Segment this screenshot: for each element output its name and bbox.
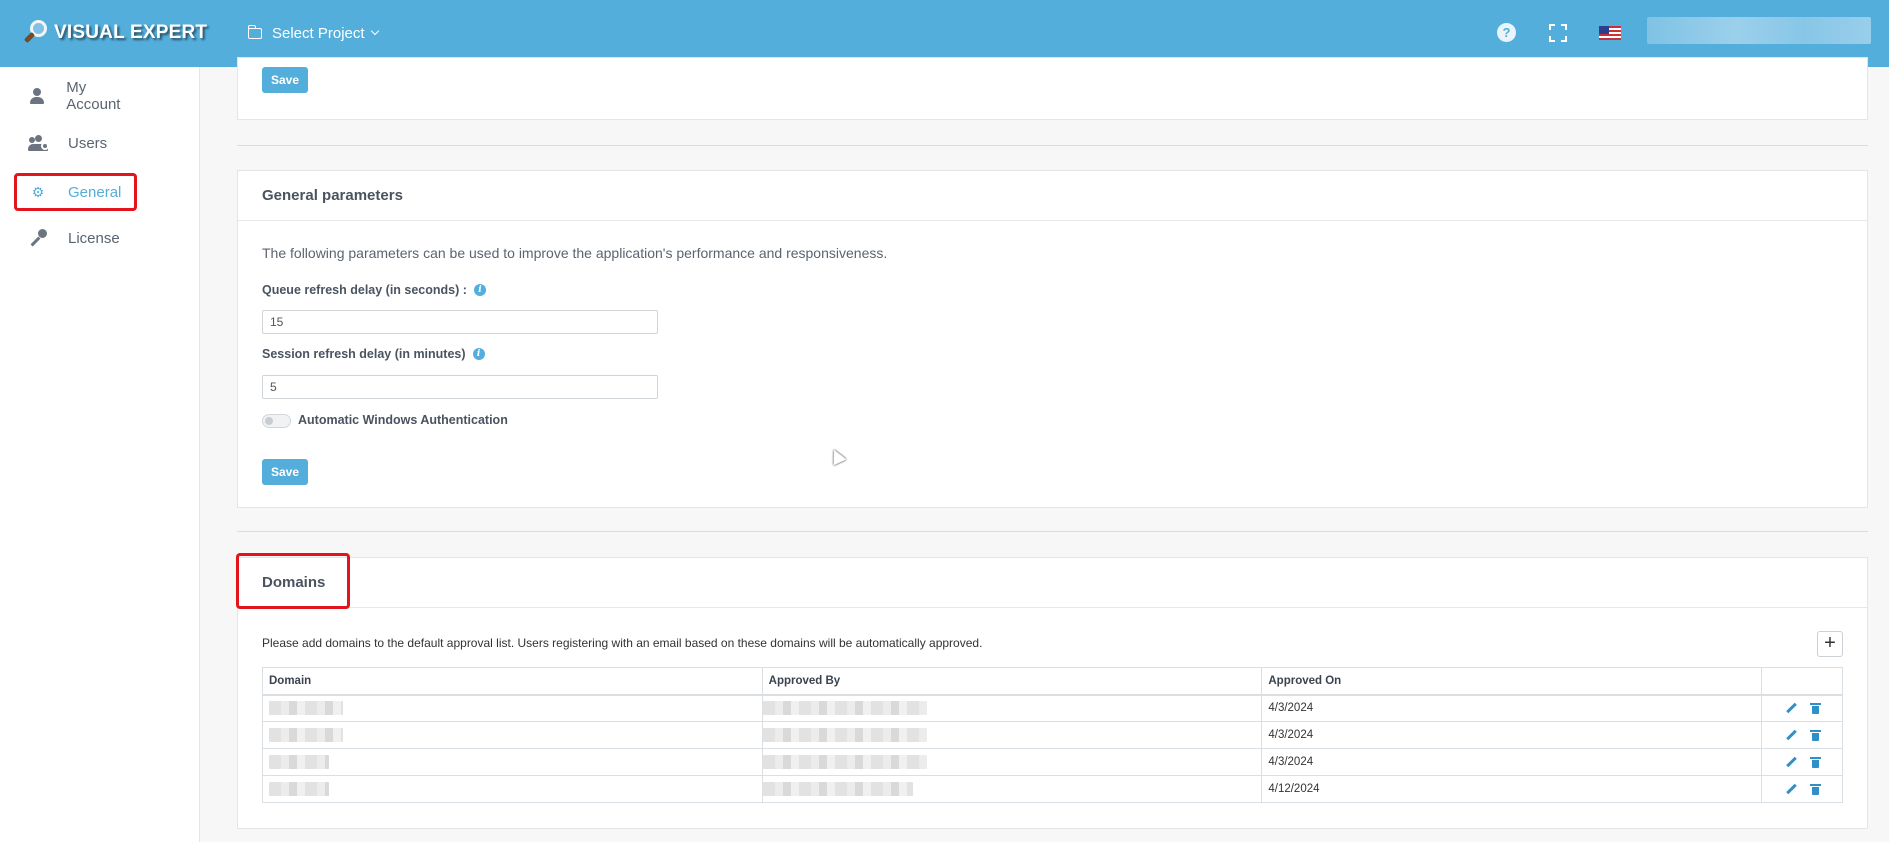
users-cog-icon <box>28 133 49 153</box>
approved-on-cell: 4/12/2024 <box>1261 775 1762 803</box>
section-divider <box>237 531 1868 532</box>
delete-icon[interactable] <box>1810 756 1821 768</box>
session-refresh-input[interactable] <box>262 375 658 399</box>
approved-by-cell <box>761 775 1263 803</box>
delete-icon[interactable] <box>1810 783 1821 795</box>
redacted-approver <box>762 728 927 742</box>
column-header-approved-by[interactable]: Approved By <box>761 667 1263 696</box>
domain-cell <box>262 775 763 803</box>
approved-on-cell: 4/3/2024 <box>1261 748 1762 776</box>
queue-refresh-label: Queue refresh delay (in seconds) : i <box>262 283 486 297</box>
actions-cell <box>1760 721 1844 749</box>
domains-panel: Domains Please add domains to the defaul… <box>236 553 1868 829</box>
logo-text: VISUAL EXPERT <box>54 22 208 43</box>
queue-refresh-label-text: Queue refresh delay (in seconds) : <box>262 283 467 297</box>
chevron-down-icon <box>370 26 379 36</box>
approved-by-cell <box>761 721 1263 749</box>
domains-table: Domain Approved By Approved On 4/3/2024 … <box>262 667 1844 803</box>
domain-cell <box>262 694 763 722</box>
us-flag-icon[interactable] <box>1599 26 1621 40</box>
queue-refresh-input[interactable] <box>262 310 658 334</box>
general-parameters-description: The following parameters can be used to … <box>262 245 888 261</box>
approved-on-cell: 4/3/2024 <box>1261 694 1762 722</box>
actions-cell <box>1760 748 1844 776</box>
actions-cell <box>1760 694 1844 722</box>
previous-settings-panel: Save <box>237 57 1868 120</box>
windows-auth-label: Automatic Windows Authentication <box>298 413 508 427</box>
project-selector-label: Select Project <box>272 24 365 42</box>
app-logo[interactable]: VISUAL EXPERT <box>23 16 208 50</box>
sidebar: My Account Users ⚙ General License <box>0 67 200 842</box>
key-icon <box>28 228 48 248</box>
edit-icon[interactable] <box>1786 757 1797 768</box>
info-icon[interactable]: i <box>472 348 485 360</box>
sidebar-item-label: My Account <box>66 79 121 113</box>
edit-icon[interactable] <box>1786 784 1797 795</box>
edit-icon[interactable] <box>1786 730 1797 741</box>
magnifier-logo-icon <box>23 18 50 48</box>
sidebar-item-users[interactable]: Users <box>14 124 137 162</box>
sidebar-item-label: License <box>68 229 120 247</box>
main-content: Save General parameters The following pa… <box>212 57 1889 842</box>
table-header-row: Domain Approved By Approved On <box>262 667 1844 696</box>
sidebar-item-label: General <box>68 183 122 201</box>
help-icon[interactable]: ? <box>1497 23 1516 42</box>
column-header-actions <box>1760 667 1844 696</box>
sidebar-item-license[interactable]: License <box>14 219 137 257</box>
delete-icon[interactable] <box>1810 702 1821 714</box>
panel-title: Domains <box>238 558 1867 608</box>
approved-on-cell: 4/3/2024 <box>1261 721 1762 749</box>
domain-cell <box>262 748 763 776</box>
user-icon <box>28 86 46 106</box>
edit-icon[interactable] <box>1786 703 1797 714</box>
sidebar-item-my-account[interactable]: My Account <box>14 77 137 115</box>
domains-description: Please add domains to the default approv… <box>262 636 983 650</box>
sidebar-item-general[interactable]: ⚙ General <box>14 173 137 211</box>
table-row[interactable]: 4/3/2024 <box>262 748 1844 776</box>
redacted-domain <box>269 701 343 716</box>
sidebar-item-label: Users <box>68 134 108 152</box>
redacted-domain <box>269 755 329 769</box>
session-refresh-label-text: Session refresh delay (in minutes) <box>262 347 466 361</box>
general-parameters-panel: General parameters The following paramet… <box>237 170 1868 508</box>
project-selector[interactable]: Select Project <box>247 22 379 44</box>
column-header-approved-on[interactable]: Approved On <box>1261 667 1762 696</box>
fullscreen-icon[interactable] <box>1549 24 1567 42</box>
info-icon[interactable]: i <box>473 284 486 296</box>
save-button[interactable]: Save <box>262 67 309 93</box>
domain-cell <box>262 721 763 749</box>
redacted-approver <box>762 782 913 796</box>
folder-icon <box>247 24 262 39</box>
gear-icon: ⚙ <box>31 183 45 200</box>
redacted-approver <box>762 701 927 716</box>
panel-title: General parameters <box>238 171 1867 221</box>
approved-by-cell <box>761 748 1263 776</box>
section-divider <box>237 145 1868 146</box>
session-refresh-label: Session refresh delay (in minutes) i <box>262 347 485 361</box>
redacted-domain <box>269 728 343 742</box>
user-menu[interactable] <box>1647 17 1871 44</box>
delete-icon[interactable] <box>1810 729 1821 741</box>
add-domain-button[interactable]: + <box>1817 631 1843 657</box>
table-row[interactable]: 4/3/2024 <box>262 694 1844 722</box>
column-header-domain[interactable]: Domain <box>262 667 763 696</box>
windows-auth-toggle[interactable] <box>262 414 291 428</box>
table-row[interactable]: 4/3/2024 <box>262 721 1844 749</box>
domains-highlight-box <box>236 553 350 609</box>
save-button[interactable]: Save <box>262 459 309 485</box>
redacted-approver <box>762 755 927 769</box>
approved-by-cell <box>761 694 1263 722</box>
actions-cell <box>1760 775 1844 803</box>
redacted-domain <box>269 782 329 796</box>
table-row[interactable]: 4/12/2024 <box>262 775 1844 803</box>
